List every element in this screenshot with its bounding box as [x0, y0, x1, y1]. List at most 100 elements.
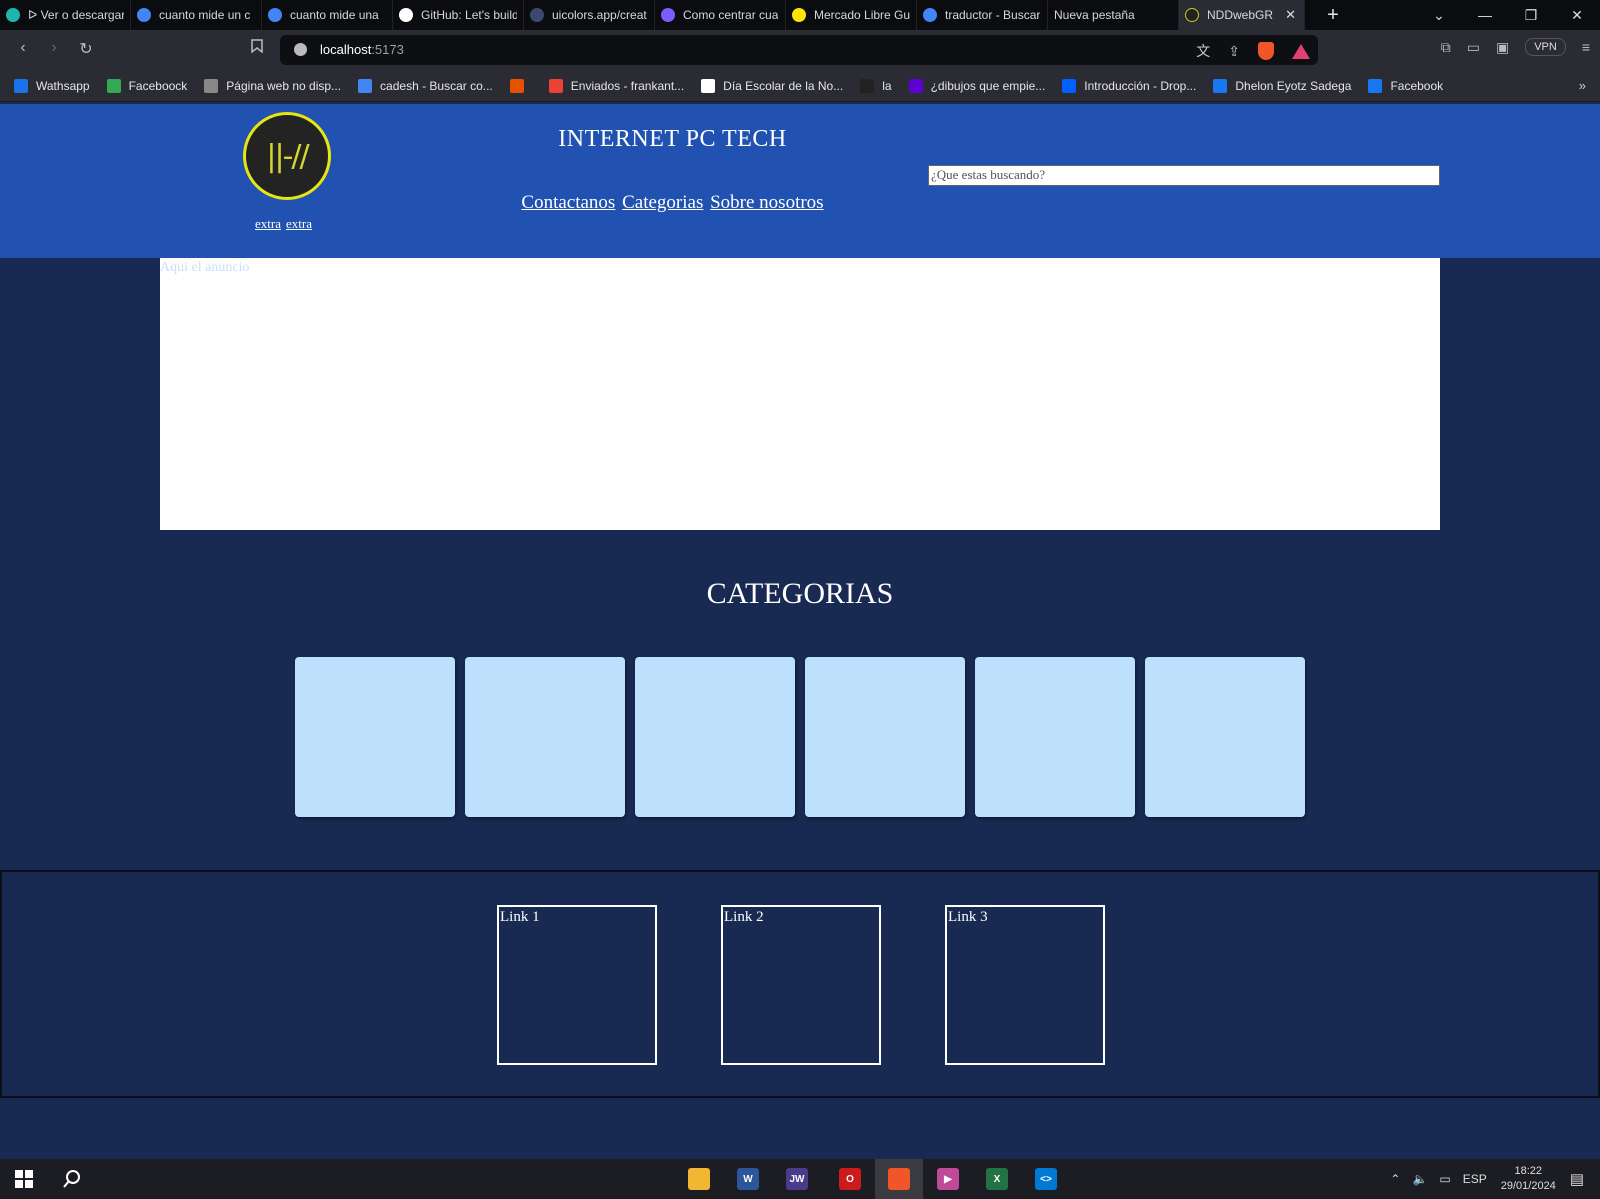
category-card[interactable] [635, 657, 795, 817]
bookmark-label: Wathsapp [36, 78, 90, 93]
site-title: INTERNET PC TECH [558, 126, 787, 152]
brave-shields-icon[interactable] [1258, 42, 1274, 60]
browser-tab[interactable]: Mercado Libre Gu [786, 0, 917, 30]
footer-link-1[interactable]: Link 1 [497, 905, 657, 1065]
minimize-button[interactable]: — [1462, 7, 1508, 23]
taskbar-app[interactable] [675, 1159, 723, 1199]
browser-tab[interactable]: GitHub: Let's build [393, 0, 524, 30]
ui-icon [530, 8, 544, 22]
translate-icon[interactable]: 文 [1196, 41, 1210, 61]
category-card[interactable] [805, 657, 965, 817]
browser-tabstrip: ᐅ Ver o descargar cuanto mide un c cuanto … [0, 0, 1600, 30]
new-tab-button[interactable]: + [1321, 4, 1345, 27]
bookmark-item[interactable]: Introducción - Drop... [1062, 78, 1196, 93]
clock[interactable]: 18:22 29/01/2024 [1501, 1164, 1556, 1194]
share-icon[interactable]: ⇪ [1228, 43, 1240, 60]
site-favicon-icon [1185, 8, 1199, 22]
yahoo-icon [908, 78, 923, 93]
bookmark-item[interactable]: Facebook [1368, 78, 1443, 93]
browser-tab[interactable]: Como centrar cua [655, 0, 786, 30]
notifications-icon[interactable]: ▤ [1570, 1170, 1584, 1188]
bookmark-item[interactable]: Wathsapp [14, 78, 90, 93]
word-icon: W [737, 1168, 759, 1190]
taskbar-app[interactable]: X [973, 1159, 1021, 1199]
back-button[interactable]: ‹ [12, 39, 34, 57]
browser-tab[interactable]: ᐅ Ver o descargar [0, 0, 131, 30]
bookmark-item[interactable] [509, 78, 532, 93]
bookmark-label: cadesh - Buscar co... [380, 78, 493, 93]
bookmark-item[interactable]: Enviados - frankant... [548, 78, 684, 93]
wikipedia-icon [701, 78, 716, 93]
tab-title: cuanto mide un c [159, 8, 251, 22]
bookmark-item[interactable]: cadesh - Buscar co... [358, 78, 493, 93]
extra-link-1[interactable]: extra [255, 216, 281, 231]
globe-icon [204, 78, 219, 93]
bookmark-item[interactable]: Faceboock [106, 78, 188, 93]
vpn-button[interactable]: VPN [1525, 38, 1566, 56]
category-card[interactable] [1145, 657, 1305, 817]
sidebar-icon[interactable]: ▭ [1467, 39, 1480, 56]
bookmark-icon[interactable] [246, 39, 268, 56]
menu-icon[interactable]: ≡ [1582, 39, 1590, 55]
forward-button[interactable]: › [43, 39, 65, 57]
search-input[interactable]: ¿Que estas buscando? [928, 165, 1440, 186]
taskbar-app[interactable]: O [826, 1159, 874, 1199]
bookmark-item[interactable]: Dhelon Eyotz Sadega [1213, 78, 1352, 93]
bookmark-label: ¿dibujos que empie... [930, 78, 1046, 93]
address-bar[interactable]: localhost:5173 文 ⇪ [280, 35, 1318, 65]
wallet-icon[interactable]: ▣ [1496, 39, 1509, 56]
extra-link-2[interactable]: extra [286, 216, 312, 231]
tab-title: GitHub: Let's build [421, 8, 517, 22]
window-controls: ⌄ — ❐ ✕ [1416, 0, 1600, 30]
category-card[interactable] [295, 657, 455, 817]
nav-sobre-nosotros[interactable]: Sobre nosotros [710, 192, 823, 213]
browser-tab[interactable]: uicolors.app/creat [524, 0, 655, 30]
chevron-up-icon[interactable]: ⌃ [1390, 1172, 1400, 1186]
site-info-icon[interactable] [294, 43, 307, 56]
search-button[interactable] [48, 1159, 96, 1199]
bookmark-label: Faceboock [128, 78, 188, 93]
excel-icon: X [986, 1168, 1008, 1190]
google-icon [923, 8, 937, 22]
bookmarks-overflow-button[interactable]: » [1579, 78, 1586, 93]
bookmark-label: Dhelon Eyotz Sadega [1235, 78, 1352, 93]
category-card[interactable] [465, 657, 625, 817]
tab-title: traductor - Buscar [945, 8, 1041, 22]
taskbar-app[interactable]: ▶ [924, 1159, 972, 1199]
dropbox-icon [1062, 78, 1077, 93]
bookmark-item[interactable]: la [860, 78, 892, 93]
footer-link-3[interactable]: Link 3 [945, 905, 1105, 1065]
restore-button[interactable]: ❐ [1508, 7, 1554, 24]
browser-tab-active[interactable]: NDDwebGR ✕ [1179, 0, 1305, 30]
tab-title: Como centrar cua [683, 8, 779, 22]
nav-categorias[interactable]: Categorias [622, 192, 703, 213]
tab-close-icon[interactable]: ✕ [1285, 7, 1296, 23]
taskbar-app[interactable]: <> [1022, 1159, 1070, 1199]
browser-tab[interactable]: Nueva pestaña [1048, 0, 1179, 30]
tab-search-dropdown[interactable]: ⌄ [1416, 7, 1462, 24]
bookmark-item[interactable]: ¿dibujos que empie... [908, 78, 1046, 93]
network-icon[interactable]: ▭ [1439, 1172, 1450, 1186]
google-icon [137, 8, 151, 22]
nav-contactanos[interactable]: Contactanos [521, 192, 615, 213]
extensions-icon[interactable]: ⧉ [1441, 39, 1451, 56]
category-card[interactable] [975, 657, 1135, 817]
window-close-button[interactable]: ✕ [1554, 7, 1600, 24]
reload-button[interactable]: ↻ [75, 39, 97, 59]
taskbar-app[interactable]: JW [773, 1159, 821, 1199]
bookmark-item[interactable]: Página web no disp... [204, 78, 341, 93]
footer-link-2[interactable]: Link 2 [721, 905, 881, 1065]
browser-tab[interactable]: cuanto mide una [262, 0, 393, 30]
browser-tab[interactable]: cuanto mide un c [131, 0, 262, 30]
browser-tab[interactable]: traductor - Buscar [917, 0, 1048, 30]
taskbar-app[interactable]: W [724, 1159, 772, 1199]
language-indicator[interactable]: ESP [1463, 1172, 1487, 1186]
search-icon [63, 1170, 80, 1188]
volume-icon[interactable]: 🔈 [1412, 1172, 1427, 1186]
google-icon [358, 78, 373, 93]
bookmark-item[interactable]: Día Escolar de la No... [701, 78, 843, 93]
play-icon [106, 78, 121, 93]
taskbar-app[interactable] [875, 1159, 923, 1199]
start-button[interactable] [0, 1159, 48, 1199]
brave-rewards-icon[interactable] [1292, 43, 1310, 59]
